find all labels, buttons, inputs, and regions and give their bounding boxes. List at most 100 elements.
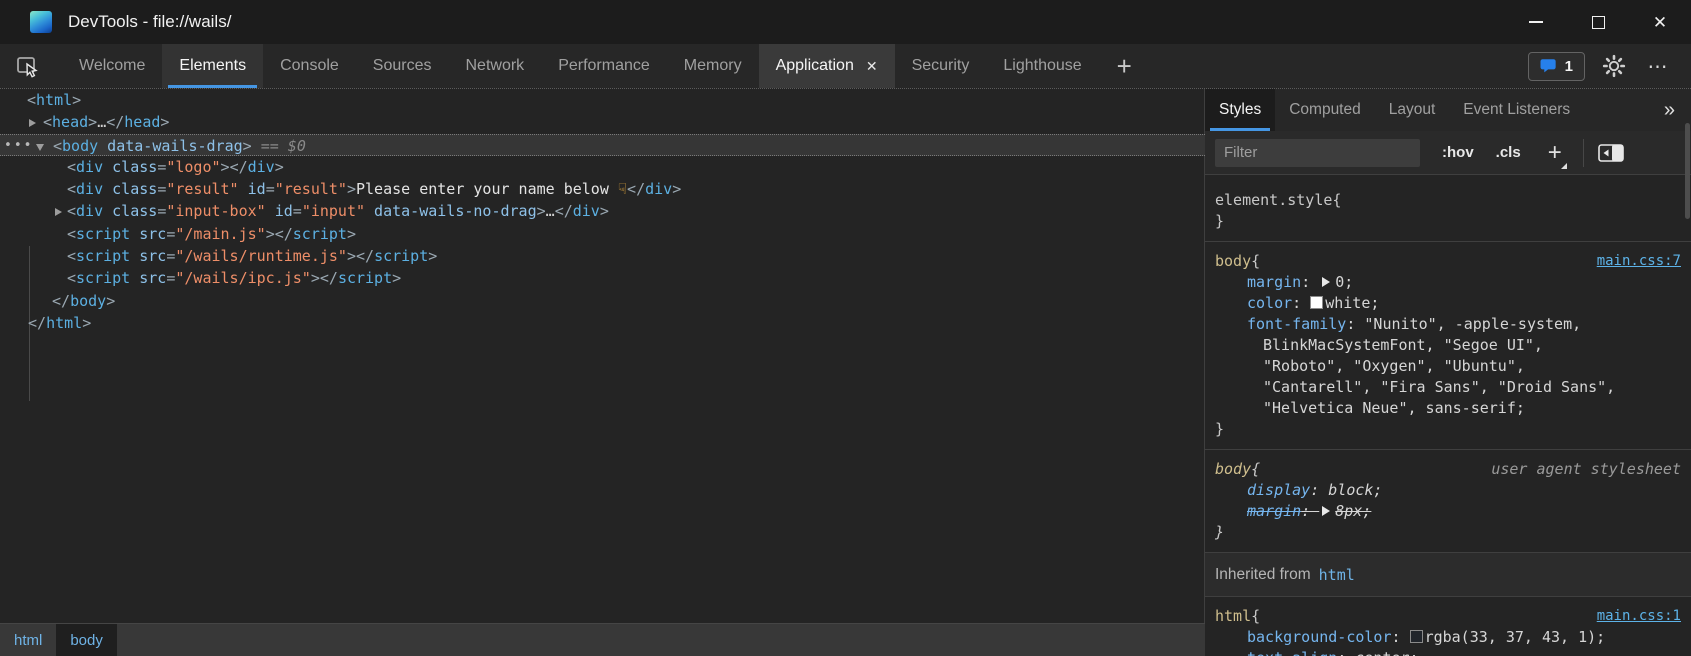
collapse-icon[interactable] [36, 144, 44, 151]
css-property-value: center; [1355, 649, 1418, 656]
code-token: > [347, 180, 356, 198]
code-token: data-wails-no-drag [365, 202, 537, 220]
css-declaration[interactable]: text-align: center; [1215, 648, 1681, 656]
css-declaration[interactable]: color: white; [1215, 293, 1681, 314]
rule-selector[interactable]: body [1215, 251, 1251, 272]
css-declaration[interactable]: display: block; [1215, 480, 1681, 501]
title-bar: DevTools - file://wails/ ✕ [0, 0, 1691, 44]
toggle-pseudo-state-button[interactable]: :hov [1442, 144, 1474, 161]
code-token: div [573, 202, 600, 220]
sidebar-tab-layout[interactable]: Layout [1375, 89, 1450, 131]
code-token: </ [106, 113, 124, 131]
sidebar-tab-event-listeners[interactable]: Event Listeners [1449, 89, 1584, 131]
expand-value-icon[interactable] [1322, 506, 1330, 516]
styles-sidebar: StylesComputedLayoutEvent Listeners» :ho… [1205, 89, 1691, 656]
code-token: "input" [302, 202, 365, 220]
code-token: </ [320, 269, 338, 287]
settings-button[interactable] [1599, 51, 1629, 81]
toggle-element-classes-button[interactable]: .cls [1496, 144, 1521, 161]
inspect-element-button[interactable] [8, 44, 48, 88]
css-property-name: margin [1247, 273, 1301, 291]
new-style-rule-button[interactable]: + [1541, 139, 1569, 167]
code-token: class [103, 180, 157, 198]
sidebar-toggle-icon [1598, 144, 1624, 162]
tab-network[interactable]: Network [449, 44, 542, 88]
rule-selector[interactable]: body [1215, 459, 1251, 480]
rule-selector[interactable]: element.style [1215, 190, 1332, 211]
css-value-continuation: "Roboto", "Oxygen", "Ubuntu", [1215, 356, 1681, 377]
code-token: div [76, 158, 103, 176]
tab-elements[interactable]: Elements [162, 44, 263, 88]
code-token: Please enter your name below [356, 180, 618, 198]
stylesheet-link[interactable]: main.css:7 [1597, 251, 1681, 272]
stylesheet-link[interactable]: main.css:1 [1597, 606, 1681, 627]
css-property-name: background-color [1247, 628, 1392, 646]
sidebar-tab-computed[interactable]: Computed [1275, 89, 1375, 131]
colon: : [1310, 481, 1328, 499]
expand-icon[interactable] [29, 119, 36, 127]
close-button[interactable]: ✕ [1629, 0, 1691, 44]
dom-tree-row[interactable]: <div class="result" id="result">Please e… [0, 178, 1205, 200]
css-property-name: display [1247, 481, 1310, 499]
code-token: < [43, 113, 52, 131]
dom-tree-row[interactable]: </html> [0, 312, 1205, 334]
tab-lighthouse[interactable]: Lighthouse [986, 44, 1098, 88]
tab-memory[interactable]: Memory [667, 44, 759, 88]
code-token: < [53, 137, 62, 155]
tab-security[interactable]: Security [895, 44, 987, 88]
dom-tree-row[interactable]: <head>…</head> [0, 111, 1205, 133]
dom-tree-row[interactable]: <html> [0, 89, 1205, 111]
code-token: > [672, 180, 681, 198]
expand-value-icon[interactable] [1322, 277, 1330, 287]
breadcrumb-item-html[interactable]: html [0, 624, 56, 656]
node-menu-icon[interactable]: ••• [4, 135, 33, 157]
styles-filter-input[interactable] [1215, 139, 1420, 167]
tab-console[interactable]: Console [263, 44, 356, 88]
css-declaration[interactable]: margin: 8px; [1215, 501, 1681, 522]
code-token: "result" [275, 180, 347, 198]
color-swatch[interactable] [1410, 630, 1423, 643]
code-token: </ [230, 158, 248, 176]
more-tabs-button[interactable]: + [1099, 44, 1150, 88]
dom-tree-row[interactable]: <div class="input-box" id="input" data-w… [0, 200, 1205, 222]
tab-close-icon[interactable]: ✕ [866, 58, 878, 75]
tab-performance[interactable]: Performance [541, 44, 667, 88]
dom-tree-row[interactable]: </body> [0, 290, 1205, 312]
dom-tree-row[interactable]: <script src="/wails/runtime.js"></script… [0, 245, 1205, 267]
code-token: div [645, 180, 672, 198]
code-token: < [67, 269, 76, 287]
dom-tree-row[interactable]: •••<body data-wails-drag> == $0 [0, 134, 1205, 156]
dom-tree-row[interactable]: <script src="/wails/ipc.js"></script> [0, 267, 1205, 289]
expand-icon[interactable] [55, 208, 62, 216]
maximize-button[interactable] [1567, 0, 1629, 44]
code-token: </ [28, 314, 46, 332]
tab-application[interactable]: Application ✕ [759, 44, 895, 88]
dom-tree-row[interactable]: <script src="/main.js"></script> [0, 223, 1205, 245]
code-token: div [76, 180, 103, 198]
feedback-button[interactable]: 1 [1528, 52, 1585, 81]
tab-welcome[interactable]: Welcome [62, 44, 162, 88]
css-declaration[interactable]: background-color: rgba(33, 37, 43, 1); [1215, 627, 1681, 648]
tab-label: Security [912, 57, 970, 75]
feedback-bubble-icon [1540, 58, 1557, 74]
close-brace: } [1215, 419, 1681, 440]
css-property-value: white; [1325, 294, 1379, 312]
breadcrumb-item-body[interactable]: body [56, 624, 117, 656]
tab-label: Application [776, 57, 854, 75]
color-swatch[interactable] [1310, 296, 1323, 309]
close-icon: ✕ [1653, 14, 1667, 31]
code-token: src [130, 247, 166, 265]
rule-selector[interactable]: html [1215, 606, 1251, 627]
css-declaration[interactable]: font-family: "Nunito", -apple-system, [1215, 314, 1681, 335]
inherited-node-link[interactable]: html [1319, 566, 1355, 584]
rule-selector-line: body {main.css:7 [1215, 251, 1681, 272]
scrollbar-thumb[interactable] [1685, 123, 1690, 219]
dom-tree-row[interactable]: <div class="logo"></div> [0, 156, 1205, 178]
more-options-button[interactable]: ⋯ [1643, 51, 1673, 81]
tab-sources[interactable]: Sources [356, 44, 449, 88]
css-declaration[interactable]: margin: 0; [1215, 272, 1681, 293]
style-rule: html {main.css:1background-color: rgba(3… [1205, 597, 1691, 656]
toggle-computed-pane-button[interactable] [1583, 139, 1624, 167]
minimize-button[interactable] [1505, 0, 1567, 44]
sidebar-tab-styles[interactable]: Styles [1205, 89, 1275, 131]
